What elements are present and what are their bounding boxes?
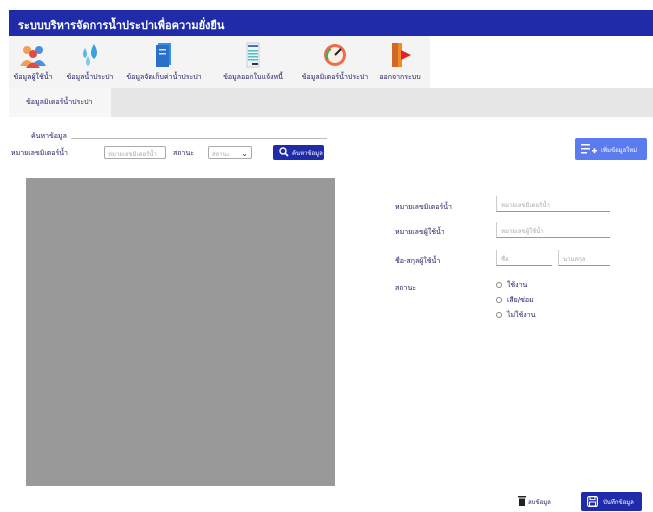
- water-drops-icon: [76, 42, 104, 68]
- form-first-name-input[interactable]: ชื่อ: [496, 250, 552, 266]
- form-last-name-input[interactable]: นามสกุล: [558, 250, 610, 266]
- nav-item-meter[interactable]: ข้อมูลมิเตอร์น้ำประปา: [295, 36, 375, 88]
- tab-strip: ข้อมูลมิเตอร์น้ำประปา: [9, 88, 653, 117]
- people-icon: [19, 42, 47, 68]
- meter-gauge-icon: [321, 42, 349, 68]
- search-legend: ค้นหาข้อมูล: [27, 131, 71, 142]
- search-icon: [279, 147, 289, 157]
- delete-label: ลบข้อมูล: [528, 499, 551, 506]
- form-name-label: ชื่อ-สกุลผู้ใช้น้ำ: [395, 257, 441, 265]
- status-radio-active[interactable]: ใช้งาน: [496, 280, 527, 291]
- form-meter-input[interactable]: หมายเลขมิเตอร์น้ำ: [496, 196, 610, 212]
- chevron-down-icon: ⌄: [241, 149, 248, 158]
- status-radio-inactive[interactable]: ไม่ใช้งาน: [496, 310, 535, 321]
- radio-label: เสีย/ซ่อม: [507, 296, 534, 304]
- radio-label: ไม่ใช้งาน: [507, 311, 536, 319]
- status-radio-repair[interactable]: เสีย/ซ่อม: [496, 295, 534, 306]
- nav-item-users[interactable]: ข้อมูลผู้ใช้น้ำ: [9, 36, 57, 88]
- search-status-value: สถานะ: [212, 151, 230, 158]
- search-meter-label: หมายเลขมิเตอร์น้ำ: [11, 149, 68, 157]
- form-meter-label: หมายเลขมิเตอร์น้ำ: [395, 203, 452, 211]
- main-nav: ข้อมูลผู้ใช้น้ำ ข้อมูลน้ำประปา ข้อมูลจัด…: [9, 36, 430, 88]
- search-status-select[interactable]: สถานะ ⌄: [208, 146, 252, 159]
- save-label: บันทึกข้อมูล: [603, 499, 634, 506]
- exit-door-icon: [386, 42, 414, 68]
- search-button[interactable]: ค้นหาข้อมูล: [273, 145, 324, 160]
- delete-button[interactable]: ลบข้อมูล: [514, 494, 564, 509]
- form-status-label: สถานะ: [395, 284, 416, 292]
- search-meter-input[interactable]: หมายเลขมิเตอร์น้ำ: [104, 146, 166, 159]
- radio-circle-icon: [496, 297, 502, 303]
- search-button-label: ค้นหาข้อมูล: [292, 150, 323, 157]
- nav-item-invoice[interactable]: ข้อมูลออกใบแจ้งหนี้: [215, 36, 291, 88]
- invoice-icon: [239, 42, 267, 68]
- document-icon: [150, 42, 178, 68]
- add-new-button[interactable]: เพิ่มข้อมูลใหม่: [575, 138, 647, 160]
- tab-meter-data[interactable]: ข้อมูลมิเตอร์น้ำประปา: [9, 88, 111, 117]
- save-disk-icon: [587, 496, 598, 507]
- nav-item-logout[interactable]: ออกจากระบบ: [375, 36, 425, 88]
- nav-item-billing[interactable]: ข้อมูลจัดเก็บค่าน้ำประปา: [119, 36, 209, 88]
- meter-image-panel: [26, 178, 335, 486]
- radio-circle-icon: [496, 282, 502, 288]
- app-title-bar: ระบบบริหารจัดการน้ำประปาเพื่อความยั่งยืน: [9, 10, 653, 36]
- form-user-no-input[interactable]: หมายเลขผู้ใช้น้ำ: [496, 222, 610, 238]
- radio-label: ใช้งาน: [507, 281, 528, 289]
- add-new-label: เพิ่มข้อมูลใหม่: [601, 147, 638, 154]
- form-user-no-label: หมายเลขผู้ใช้น้ำ: [395, 228, 445, 236]
- add-list-icon: [581, 144, 597, 154]
- radio-circle-icon: [496, 312, 502, 318]
- nav-item-water[interactable]: ข้อมูลน้ำประปา: [65, 36, 115, 88]
- search-status-label: สถานะ: [173, 149, 194, 157]
- app-title: ระบบบริหารจัดการน้ำประปาเพื่อความยั่งยืน: [18, 19, 225, 32]
- trash-icon: [518, 496, 526, 506]
- save-button[interactable]: บันทึกข้อมูล: [581, 492, 642, 511]
